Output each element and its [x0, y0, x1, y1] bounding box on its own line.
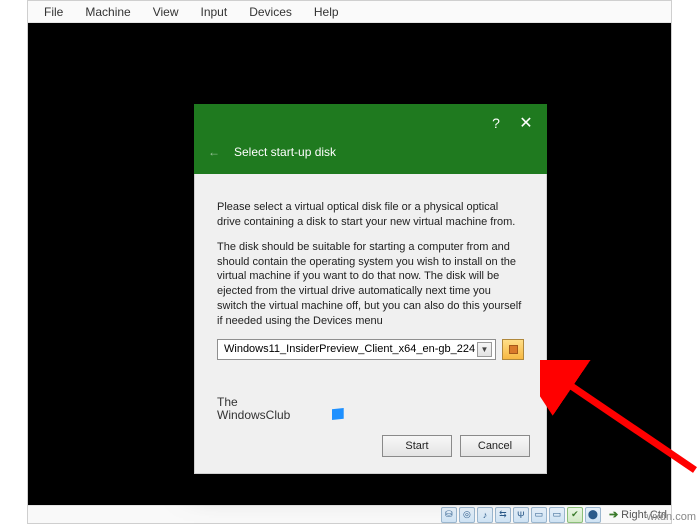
- menu-input[interactable]: Input: [191, 3, 238, 21]
- status-display-icon[interactable]: ▭: [549, 507, 565, 523]
- hostkey-arrow-icon: ➔: [609, 508, 618, 521]
- dialog-instruction-1: Please select a virtual optical disk fil…: [217, 200, 524, 230]
- status-network-icon[interactable]: ⇆: [495, 507, 511, 523]
- folder-icon: [509, 345, 518, 354]
- menubar: File Machine View Input Devices Help: [28, 1, 671, 23]
- back-button[interactable]: ←: [206, 144, 222, 160]
- watermark-line1: The: [217, 396, 344, 408]
- status-usb-icon[interactable]: Ψ: [513, 507, 529, 523]
- startup-disk-dialog: ← Select start-up disk ? ✕ Please select…: [194, 104, 547, 474]
- menu-machine[interactable]: Machine: [75, 3, 140, 21]
- dialog-body: Please select a virtual optical disk fil…: [194, 174, 547, 474]
- status-hdd-icon[interactable]: ⛁: [441, 507, 457, 523]
- status-cd-icon[interactable]: ◎: [459, 507, 475, 523]
- chevron-down-icon: ▼: [477, 342, 492, 357]
- dialog-instruction-2: The disk should be suitable for starting…: [217, 240, 524, 329]
- status-capture-icon[interactable]: ⬤: [585, 507, 601, 523]
- statusbar: ⛁ ◎ ♪ ⇆ Ψ ▭ ▭ ✔ ⬤ ➔ Right Ctrl: [28, 505, 671, 523]
- source-site-watermark: wxdn.com: [646, 511, 696, 523]
- disk-select-dropdown[interactable]: Windows11_InsiderPreview_Client_x64_en-g…: [217, 339, 496, 360]
- watermark-line2: WindowsClub: [217, 408, 290, 422]
- start-button[interactable]: Start: [382, 435, 452, 457]
- browse-disk-button[interactable]: [502, 339, 524, 360]
- close-button[interactable]: ✕: [515, 112, 537, 134]
- menu-file[interactable]: File: [34, 3, 73, 21]
- windows-flag-icon: [332, 408, 344, 420]
- status-audio-icon[interactable]: ♪: [477, 507, 493, 523]
- status-shared-icon[interactable]: ▭: [531, 507, 547, 523]
- disk-selector-row: Windows11_InsiderPreview_Client_x64_en-g…: [217, 339, 524, 360]
- menu-help[interactable]: Help: [304, 3, 349, 21]
- dialog-buttons: Start Cancel: [382, 435, 530, 457]
- status-record-icon[interactable]: ✔: [567, 507, 583, 523]
- dialog-title: Select start-up disk: [234, 145, 336, 159]
- menu-view[interactable]: View: [143, 3, 189, 21]
- dialog-titlebar: ← Select start-up disk ? ✕: [194, 104, 547, 174]
- disk-select-value: Windows11_InsiderPreview_Client_x64_en-g…: [224, 343, 475, 355]
- cancel-button[interactable]: Cancel: [460, 435, 530, 457]
- help-button[interactable]: ?: [485, 112, 507, 134]
- windowsclub-watermark: The WindowsClub: [217, 396, 344, 421]
- menu-devices[interactable]: Devices: [239, 3, 302, 21]
